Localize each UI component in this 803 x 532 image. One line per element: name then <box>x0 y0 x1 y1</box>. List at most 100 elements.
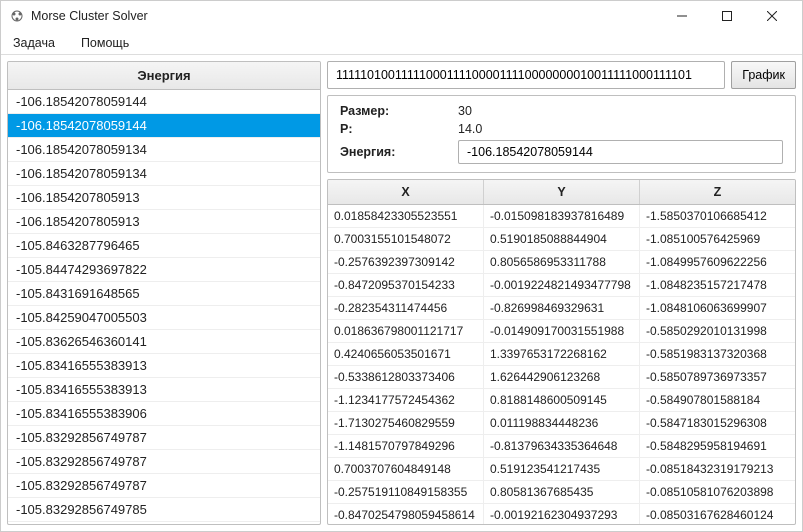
list-item[interactable]: -106.18542078059134 <box>8 138 320 162</box>
table-cell: -0.8472095370154233 <box>328 274 484 296</box>
size-value: 30 <box>458 104 472 118</box>
minimize-button[interactable] <box>659 1 704 31</box>
energy-field[interactable] <box>458 140 783 164</box>
coords-table: X Y Z 0.01858423305523551-0.015098183937… <box>327 179 796 525</box>
list-item[interactable]: -105.83416555383906 <box>8 402 320 426</box>
table-row[interactable]: -1.1481570797849296-0.81379634335364648-… <box>328 435 795 458</box>
list-item[interactable]: -105.8431691648565 <box>8 282 320 306</box>
form-panel: Размер: 30 P: 14.0 Энергия: <box>327 95 796 173</box>
table-cell: 1.3397653172268162 <box>484 343 640 365</box>
table-body[interactable]: 0.01858423305523551-0.015098183937816489… <box>328 205 795 524</box>
p-value: 14.0 <box>458 122 482 136</box>
table-row[interactable]: 0.018636798001121717-0.01490917003155198… <box>328 320 795 343</box>
list-item[interactable]: -106.1854207805913 <box>8 210 320 234</box>
table-cell: -0.81379634335364648 <box>484 435 640 457</box>
list-item[interactable]: -105.83292856749787 <box>8 426 320 450</box>
col-x[interactable]: X <box>328 180 484 204</box>
table-cell: 0.8056586953311788 <box>484 251 640 273</box>
p-label: P: <box>340 122 450 136</box>
table-cell: 1.626442906123268 <box>484 366 640 388</box>
table-cell: 0.8188148600509145 <box>484 389 640 411</box>
list-item[interactable]: -106.18542078059134 <box>8 162 320 186</box>
close-button[interactable] <box>749 1 794 31</box>
table-cell: -1.0848235157217478 <box>640 274 795 296</box>
table-cell: 0.7003155101548072 <box>328 228 484 250</box>
table-cell: -0.00192162304937293 <box>484 504 640 524</box>
table-row[interactable]: -0.2575191108491583550.80581367685435-0.… <box>328 481 795 504</box>
table-cell: -0.5847183015296308 <box>640 412 795 434</box>
maximize-button[interactable] <box>704 1 749 31</box>
table-cell: -0.014909170031551988 <box>484 320 640 342</box>
table-cell: -0.5338612803373406 <box>328 366 484 388</box>
table-cell: -0.5850292010131998 <box>640 320 795 342</box>
list-item[interactable]: -106.18542078059144 <box>8 90 320 114</box>
menu-help[interactable]: Помощь <box>75 34 135 52</box>
table-cell: -0.015098183937816489 <box>484 205 640 227</box>
table-cell: -0.8470254798059458614 <box>328 504 484 524</box>
table-cell: -1.7130275460829559 <box>328 412 484 434</box>
table-cell: -1.1234177572454362 <box>328 389 484 411</box>
table-cell: -0.08510581076203898 <box>640 481 795 503</box>
table-row[interactable]: -0.282354311474456-0.826998469329631-1.0… <box>328 297 795 320</box>
table-cell: 0.011198834448236 <box>484 412 640 434</box>
energy-label: Энергия: <box>340 145 450 159</box>
titlebar: Morse Cluster Solver <box>1 1 802 31</box>
table-row[interactable]: -0.8470254798059458614-0.001921623049372… <box>328 504 795 524</box>
graph-button[interactable]: График <box>731 61 796 89</box>
energy-list-header: Энергия <box>8 62 320 90</box>
table-row[interactable]: -0.53386128033734061.626442906123268-0.5… <box>328 366 795 389</box>
size-label: Размер: <box>340 104 450 118</box>
table-row[interactable]: 0.01858423305523551-0.015098183937816489… <box>328 205 795 228</box>
table-cell: -0.2576392397309142 <box>328 251 484 273</box>
table-row[interactable]: -0.25763923973091420.8056586953311788-1.… <box>328 251 795 274</box>
energy-list-body[interactable]: -106.18542078059144-106.18542078059144-1… <box>8 90 320 524</box>
table-cell: -1.0848106063699907 <box>640 297 795 319</box>
table-cell: -1.5850370106685412 <box>640 205 795 227</box>
table-cell: 0.80581367685435 <box>484 481 640 503</box>
table-cell: -0.5851983137320368 <box>640 343 795 365</box>
table-row[interactable]: -0.8472095370154233-0.001922482149347779… <box>328 274 795 297</box>
col-z[interactable]: Z <box>640 180 795 204</box>
table-row[interactable]: 0.70037076048491480.519123541217435-0.08… <box>328 458 795 481</box>
table-cell: -0.257519110849158355 <box>328 481 484 503</box>
table-row[interactable]: -1.71302754608295590.011198834448236-0.5… <box>328 412 795 435</box>
app-icon <box>9 8 25 24</box>
table-cell: 0.01858423305523551 <box>328 205 484 227</box>
menu-task[interactable]: Задача <box>7 34 61 52</box>
table-cell: 0.5190185088844904 <box>484 228 640 250</box>
table-cell: -0.584907801588184 <box>640 389 795 411</box>
table-cell: -0.5850789736973357 <box>640 366 795 388</box>
table-cell: -1.1481570797849296 <box>328 435 484 457</box>
table-cell: -0.282354311474456 <box>328 297 484 319</box>
table-cell: 0.018636798001121717 <box>328 320 484 342</box>
table-cell: -0.08518432319179213 <box>640 458 795 480</box>
table-cell: -1.085100576425969 <box>640 228 795 250</box>
menubar: Задача Помощь <box>1 31 802 55</box>
table-cell: 0.4240656053501671 <box>328 343 484 365</box>
window-title: Morse Cluster Solver <box>31 9 659 23</box>
list-item[interactable]: -105.83416555383913 <box>8 354 320 378</box>
table-cell: -1.0849957609622256 <box>640 251 795 273</box>
list-item[interactable]: -105.84474293697822 <box>8 258 320 282</box>
table-row[interactable]: 0.42406560535016711.3397653172268162-0.5… <box>328 343 795 366</box>
table-cell: -0.0019224821493477798 <box>484 274 640 296</box>
col-y[interactable]: Y <box>484 180 640 204</box>
table-row[interactable]: -1.12341775724543620.8188148600509145-0.… <box>328 389 795 412</box>
table-cell: -0.826998469329631 <box>484 297 640 319</box>
list-item[interactable]: -106.1854207805913 <box>8 186 320 210</box>
list-item[interactable]: -105.83292856749785 <box>8 498 320 522</box>
table-cell: -0.08503167628460124 <box>640 504 795 524</box>
list-item[interactable]: -105.83416555383913 <box>8 378 320 402</box>
table-row[interactable]: 0.70031551015480720.5190185088844904-1.0… <box>328 228 795 251</box>
list-item[interactable]: -105.84259047005503 <box>8 306 320 330</box>
table-cell: -0.5848295958194691 <box>640 435 795 457</box>
list-item[interactable]: -105.83292856749787 <box>8 450 320 474</box>
list-item[interactable]: -106.18542078059144 <box>8 114 320 138</box>
table-cell: 0.7003707604849148 <box>328 458 484 480</box>
list-item[interactable]: -105.83292856749787 <box>8 474 320 498</box>
energy-list-panel: Энергия -106.18542078059144-106.18542078… <box>7 61 321 525</box>
list-item[interactable]: -105.83626546360141 <box>8 330 320 354</box>
list-item[interactable]: -105.8463287796465 <box>8 234 320 258</box>
bitstring-input[interactable] <box>327 61 725 89</box>
table-cell: 0.519123541217435 <box>484 458 640 480</box>
